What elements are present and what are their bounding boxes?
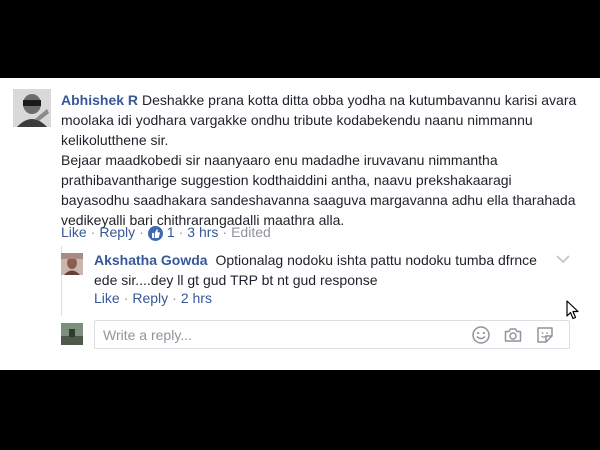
smiley-icon[interactable]	[471, 325, 491, 345]
like-thumb-icon[interactable]	[147, 225, 163, 241]
mouse-pointer-icon	[566, 300, 579, 320]
reply-body: Akshatha Gowda Optionalag nodoku ishta p…	[94, 250, 554, 290]
reply-timestamp[interactable]: 2 hrs	[181, 290, 212, 306]
reply-avatar[interactable]	[61, 253, 83, 275]
reply-composer[interactable]	[94, 320, 570, 349]
comment-body: Abhishek R Deshakke prana kotta ditta obb…	[61, 90, 581, 230]
reply-author[interactable]: Akshatha Gowda	[94, 252, 208, 268]
comment-author[interactable]: Abhishek R	[61, 92, 138, 108]
sticker-icon[interactable]	[535, 325, 555, 345]
reaction-count[interactable]: 1	[167, 224, 175, 240]
reply-actions: Like · Reply · 2 hrs	[94, 290, 212, 306]
comments-panel: Abhishek R Deshakke prana kotta ditta obb…	[0, 78, 600, 370]
chevron-down-icon[interactable]	[556, 254, 570, 264]
reply-like-link[interactable]: Like	[94, 290, 120, 306]
comment-timestamp[interactable]: 3 hrs	[187, 224, 218, 240]
reply-link[interactable]: Reply	[99, 224, 135, 240]
avatar[interactable]	[13, 89, 51, 127]
like-link[interactable]: Like	[61, 224, 87, 240]
comment-actions: Like · Reply · 1 · 3 hrs · Edited	[61, 224, 271, 241]
reply-input[interactable]	[101, 325, 465, 345]
reply-reply-link[interactable]: Reply	[132, 290, 168, 306]
comment-text-1: Deshakke prana kotta ditta obba yodha na…	[61, 92, 577, 148]
comment-text-2: Bejaar maadkobedi sir naanyaaro enu mada…	[61, 152, 576, 228]
edited-label[interactable]: Edited	[231, 224, 271, 240]
camera-icon[interactable]	[503, 325, 523, 345]
current-user-avatar	[61, 323, 83, 345]
